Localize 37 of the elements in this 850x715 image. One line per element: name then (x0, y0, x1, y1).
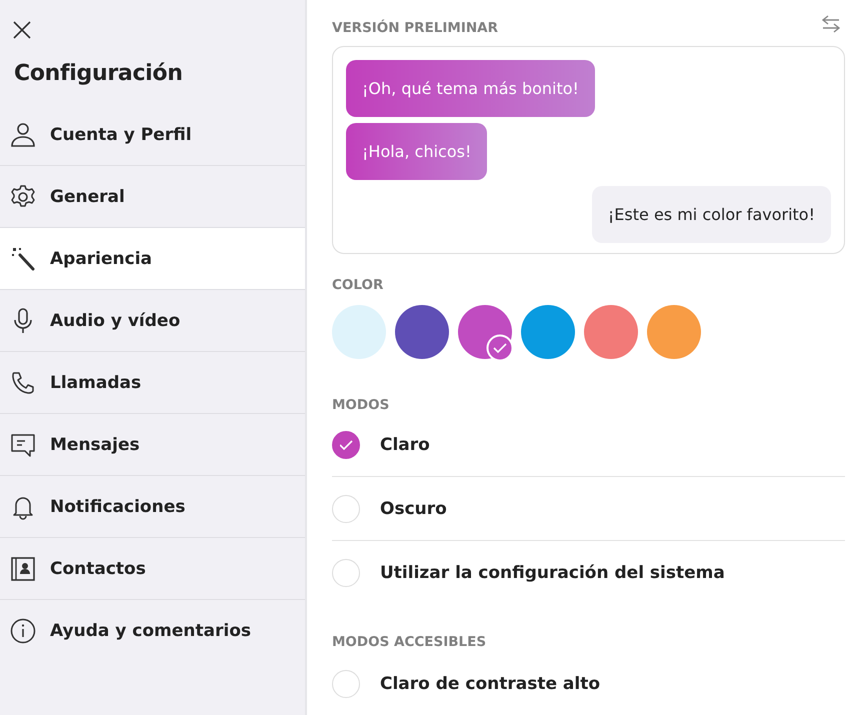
sidebar-item[interactable]: Notificaciones (0, 476, 305, 538)
color-swatch[interactable] (584, 305, 638, 359)
magic-wand-icon (10, 246, 36, 272)
section-heading: COLOR (332, 277, 384, 293)
sidebar-item[interactable]: Ayuda y comentarios (0, 600, 305, 662)
radio-button[interactable] (332, 430, 360, 458)
sidebar-item[interactable]: Cuenta y Perfil (0, 104, 305, 166)
settings-title: Configuración (14, 61, 184, 86)
close-icon[interactable] (13, 21, 31, 39)
sidebar-item[interactable]: Mensajes (0, 414, 305, 476)
color-swatch[interactable] (647, 305, 701, 359)
check-badge-icon (486, 334, 514, 362)
sidebar-item[interactable]: Apariencia (0, 228, 305, 290)
color-swatch[interactable] (395, 305, 449, 359)
contact-card-icon (10, 556, 36, 582)
sidebar-item[interactable]: Contactos (0, 538, 305, 600)
message-bubble: ¡Hola, chicos! (346, 123, 488, 180)
option-label: Oscuro (380, 498, 447, 518)
gear-icon (10, 184, 36, 210)
color-swatch[interactable] (521, 305, 575, 359)
sidebar-item[interactable]: Audio y vídeo (0, 290, 305, 352)
color-swatch[interactable] (458, 305, 512, 359)
swap-arrows-icon[interactable] (821, 14, 841, 34)
section-heading: VERSIÓN PRELIMINAR (332, 20, 498, 36)
section-heading: MODOS ACCESIBLES (332, 634, 488, 650)
check-icon (340, 440, 352, 450)
person-icon (10, 122, 36, 148)
option-label: Utilizar la configuración del sistema (380, 562, 725, 582)
message-bubble: ¡Este es mi color favorito! (592, 186, 831, 243)
message-icon (10, 432, 36, 458)
option-label: Claro (380, 434, 430, 454)
option-label: Claro de contraste alto (380, 674, 600, 694)
sidebar-item[interactable]: Llamadas (0, 352, 305, 414)
phone-icon (10, 370, 36, 396)
info-icon (10, 618, 36, 644)
message-bubble: ¡Oh, qué tema más bonito! (346, 60, 595, 117)
section-heading: MODOS (332, 397, 390, 413)
